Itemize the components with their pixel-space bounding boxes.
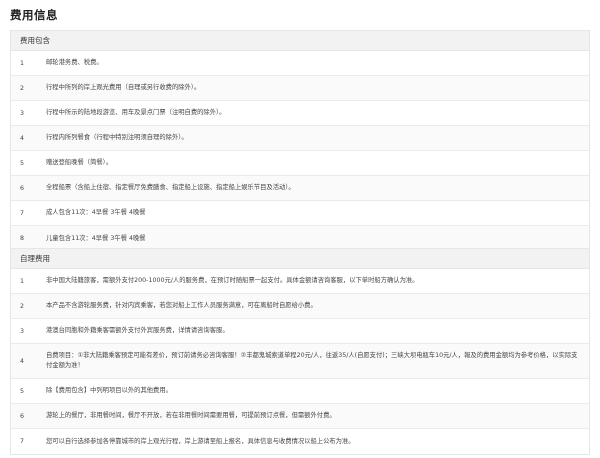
row-number: 2	[20, 84, 25, 92]
table-row: 3 行程中所示的陆地段游览、用车及景点门票（注明自费的除外）。	[11, 101, 589, 126]
row-text: 自费项目：①非大陆籍乘客预定可能有差价，预订前请务必咨询客服！②丰都鬼城索道单程…	[46, 352, 578, 369]
excluded-section: 自理费用 1 非中国大陆籍旅客，需额外支付200-1000元/人的服务费，在预订…	[10, 248, 590, 455]
table-row: 1 非中国大陆籍旅客，需额外支付200-1000元/人的服务费，在预订时随船票一…	[11, 269, 589, 294]
row-number: 1	[20, 59, 25, 67]
row-number: 2	[20, 302, 25, 310]
table-row: 5 赠送登船晚餐（简餐）。	[11, 151, 589, 176]
table-row: 3 港澳台同胞和外籍乘客需额外支付外宾服务费，详情请咨询客服。	[11, 319, 589, 344]
row-text: 成人包含11次：4早餐 3午餐 4晚餐	[46, 209, 146, 216]
row-number: 7	[20, 438, 25, 445]
table-row: 7 成人包含11次：4早餐 3午餐 4晚餐	[11, 201, 589, 226]
row-text: 行程中所列的岸上观光费用（自理或另行收费的除外）。	[46, 84, 201, 91]
row-number: 5	[20, 387, 25, 395]
row-text: 游轮上的餐厅，非用餐时间，餐厅不开放，若在非用餐时间需要用餐，可提前预订点餐，但…	[46, 412, 336, 419]
row-text: 本产品不含游轮服务费，针对内宾乘客，若您对船上工作人员服务满意，可在离船时自愿给…	[46, 302, 317, 309]
row-text: 您可以自行选择参加各停靠城市的岸上观光行程，岸上游请至船上报名，具体信息与收费情…	[46, 437, 355, 445]
table-row: 6 全程船票（含船上住宿、指定餐厅免费膳食、指定船上设施、指定船上娱乐节目及活动…	[11, 176, 589, 201]
row-text: 行程内所列餐食（行程中特别注明须自理的除外）。	[46, 134, 188, 141]
table-row: 1 邮轮港务费、税费。	[11, 51, 589, 76]
included-header: 费用包含	[11, 31, 589, 51]
table-row: 7 您可以自行选择参加各停靠城市的岸上观光行程，岸上游请至船上报名，具体信息与收…	[11, 429, 589, 454]
table-row: 5 除【费用包含】中列明项目以外的其他费用。	[11, 379, 589, 404]
table-row: 2 本产品不含游轮服务费，针对内宾乘客，若您对船上工作人员服务满意，可在离船时自…	[11, 294, 589, 319]
row-text: 除【费用包含】中列明项目以外的其他费用。	[46, 387, 172, 394]
table-row: 6 游轮上的餐厅，非用餐时间，餐厅不开放，若在非用餐时间需要用餐，可提前预订点餐…	[11, 404, 589, 429]
table-row: 2 行程中所列的岸上观光费用（自理或另行收费的除外）。	[11, 76, 589, 101]
row-number: 6	[20, 184, 25, 192]
row-text: 邮轮港务费、税费。	[46, 59, 103, 66]
row-number: 5	[20, 159, 25, 167]
row-text: 非中国大陆籍旅客，需额外支付200-1000元/人的服务费，在预订时随船票一起支…	[46, 277, 419, 284]
row-text: 儿童包含11次：4早餐 3午餐 4晚餐	[46, 234, 146, 242]
row-number: 4	[20, 134, 25, 142]
page-title: 费用信息	[10, 8, 58, 22]
row-number: 3	[20, 327, 25, 335]
included-section: 费用包含 1 邮轮港务费、税费。 2 行程中所列的岸上观光费用（自理或另行收费的…	[10, 30, 590, 252]
row-number: 4	[20, 357, 25, 365]
table-row: 4 自费项目：①非大陆籍乘客预定可能有差价，预订前请务必咨询客服！②丰都鬼城索道…	[11, 344, 589, 379]
row-text: 赠送登船晚餐（简餐）。	[46, 159, 113, 166]
row-number: 1	[20, 277, 25, 285]
table-row: 4 行程内所列餐食（行程中特别注明须自理的除外）。	[11, 126, 589, 151]
row-text: 全程船票（含船上住宿、指定餐厅免费膳食、指定船上设施、指定船上娱乐节目及活动）。	[46, 184, 295, 191]
row-text: 港澳台同胞和外籍乘客需额外支付外宾服务费，详情请咨询客服。	[46, 327, 229, 334]
excluded-header: 自理费用	[11, 249, 589, 269]
row-number: 6	[20, 412, 25, 420]
row-text: 行程中所示的陆地段游览、用车及景点门票（注明自费的除外）。	[46, 109, 226, 116]
row-number: 8	[20, 235, 25, 242]
row-number: 3	[20, 109, 25, 117]
row-number: 7	[20, 209, 25, 217]
